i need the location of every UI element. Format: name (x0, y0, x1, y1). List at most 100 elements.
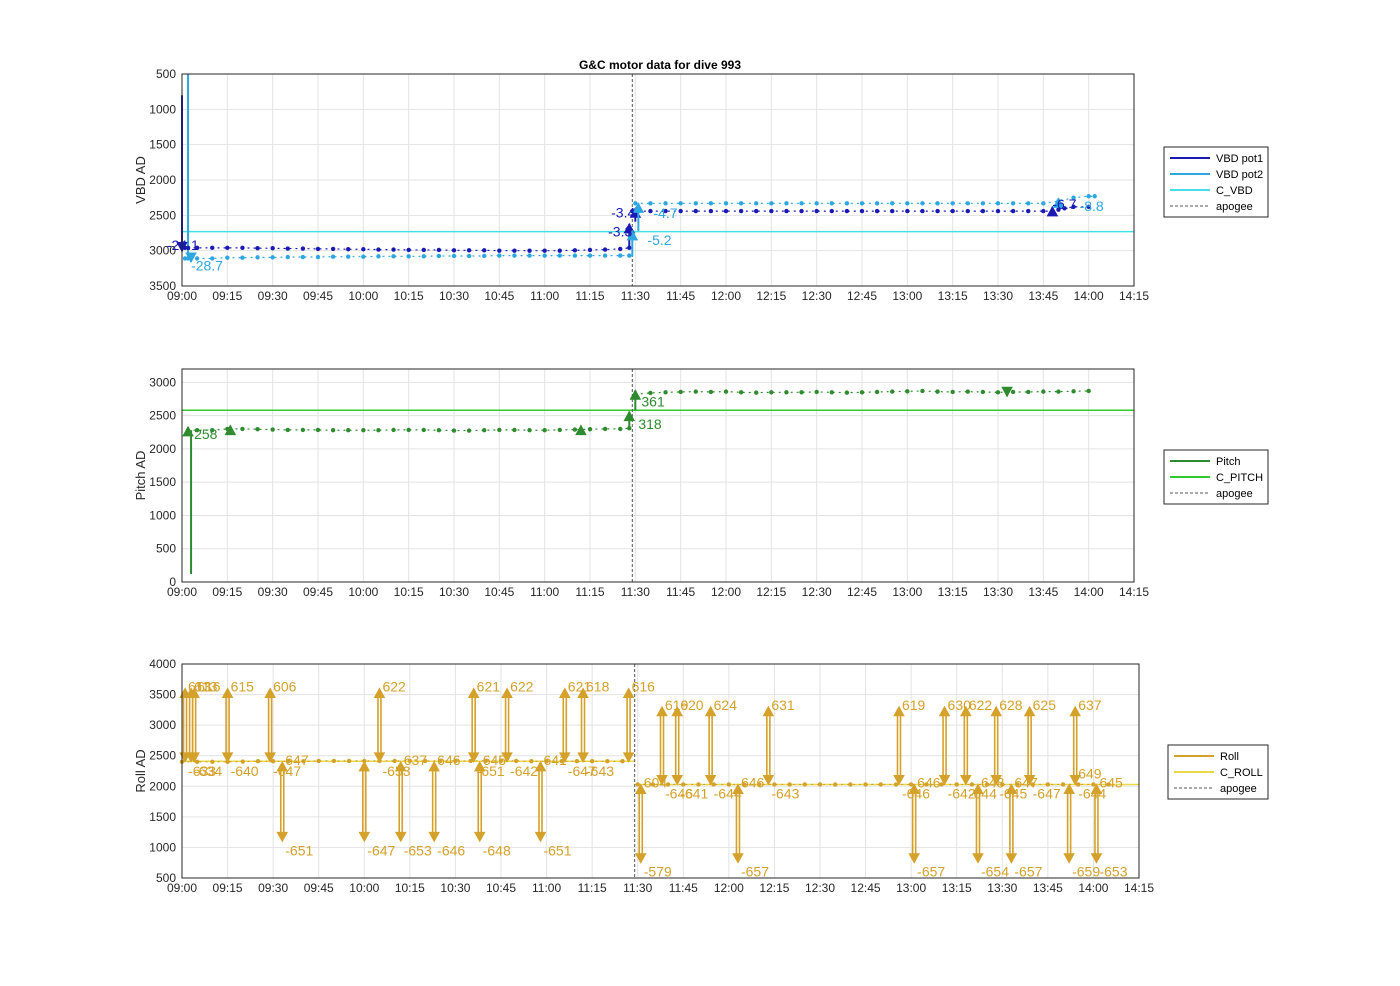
x-tick-label: 10:15 (394, 585, 424, 599)
x-tick-label: 10:15 (395, 881, 425, 895)
data-point (527, 428, 532, 433)
roll-max-label: 646 (741, 774, 765, 790)
x-tick-label: 14:00 (1078, 881, 1108, 895)
x-tick-label: 12:45 (847, 289, 877, 303)
value-annotation: 361 (641, 393, 665, 409)
data-point (1026, 208, 1031, 214)
x-tick-label: 13:45 (1028, 585, 1058, 599)
data-point (361, 428, 366, 433)
x-tick-label: 12:30 (802, 585, 832, 599)
roll-max-label: 619 (902, 697, 926, 713)
data-point (557, 427, 562, 433)
data-point (602, 253, 608, 258)
data-point (421, 247, 426, 253)
x-tick-label: 09:30 (258, 289, 288, 303)
data-point (497, 253, 502, 258)
x-tick-label: 12:00 (711, 585, 741, 599)
x-tick-label: 11:00 (530, 585, 559, 599)
data-point (829, 201, 834, 206)
y-tick-label: 1500 (149, 475, 176, 489)
data-point (890, 201, 895, 206)
value-annotation: -3.4 (611, 204, 635, 220)
data-point (391, 254, 396, 259)
roll-min-label: -648 (483, 842, 511, 858)
x-tick-label: 13:15 (938, 289, 968, 303)
y-tick-label: 3000 (149, 375, 176, 389)
data-point (421, 254, 426, 259)
x-tick-label: 10:00 (348, 585, 378, 599)
data-point (602, 247, 608, 252)
data-point (965, 201, 970, 206)
data-point (708, 208, 714, 214)
y-tick-label: 500 (156, 542, 176, 556)
data-point (995, 390, 1001, 395)
data-point (270, 245, 275, 251)
data-point (255, 427, 260, 432)
data-point (436, 247, 442, 253)
x-tick-label: 09:45 (303, 585, 333, 599)
y-tick-label: 2500 (149, 208, 176, 222)
y-tick-label: 2500 (149, 749, 176, 763)
data-point (482, 428, 487, 433)
data-point (754, 208, 759, 214)
y-tick-label: 3500 (149, 279, 176, 293)
x-tick-label: 13:45 (1033, 881, 1063, 895)
legend: Roll C_ROLLapogee (1167, 744, 1269, 800)
data-point (980, 201, 986, 206)
data-point (799, 201, 804, 206)
data-point (376, 247, 381, 252)
roll-min-label: -651 (543, 842, 571, 858)
x-tick-label: 11:00 (532, 881, 561, 895)
data-point (618, 246, 623, 252)
data-point (769, 201, 774, 206)
data-point (708, 389, 714, 395)
data-point (635, 782, 640, 787)
data-point (285, 254, 290, 260)
roll-max-label: 618 (586, 678, 610, 694)
data-point (466, 253, 472, 259)
data-point (844, 390, 850, 395)
x-tick-label: 13:15 (938, 585, 968, 599)
data-point (708, 201, 714, 206)
panel-1: 09:00 09:15 09:30 09:45 10:00 10:15 10:30 10:45… (133, 67, 1269, 303)
data-point (451, 428, 457, 433)
x-tick-label: 09:15 (212, 585, 242, 599)
data-point (330, 428, 336, 433)
roll-max-label: 622 (382, 678, 406, 694)
x-tick-label: 10:45 (486, 881, 516, 895)
data-point (738, 390, 744, 395)
value-annotation: 318 (638, 416, 662, 432)
x-tick-label: 12:15 (756, 289, 786, 303)
data-point (738, 201, 744, 206)
data-point (315, 254, 321, 260)
data-point (920, 208, 925, 214)
y-tick-label: 1500 (149, 138, 176, 152)
roll-min-label: -657 (1014, 864, 1042, 880)
data-point (542, 253, 547, 258)
data-point (527, 253, 532, 258)
data-point (678, 208, 683, 214)
x-tick-label: 13:45 (1028, 289, 1058, 303)
data-point (693, 201, 698, 206)
data-point (1060, 782, 1066, 787)
roll-max-label: 637 (404, 752, 428, 768)
value-annotation: -6.7 (1052, 196, 1076, 212)
data-point (240, 245, 245, 251)
legend-label: apogee (1216, 201, 1253, 213)
data-point (693, 389, 698, 394)
data-point (1086, 388, 1091, 394)
roll-min-label: -641 (680, 785, 708, 801)
data-point (300, 254, 306, 260)
data-point (391, 427, 396, 433)
x-tick-label: 14:00 (1074, 289, 1104, 303)
x-tick-label: 12:45 (847, 585, 877, 599)
data-point (1056, 389, 1061, 394)
data-point (769, 208, 774, 214)
y-tick-label: 3000 (149, 718, 176, 732)
data-point (346, 428, 351, 433)
data-point (723, 389, 729, 394)
data-point (376, 428, 381, 433)
roll-min-label: -657 (917, 864, 945, 880)
x-tick-label: 14:00 (1074, 585, 1104, 599)
roll-max-label: 628 (999, 697, 1023, 713)
